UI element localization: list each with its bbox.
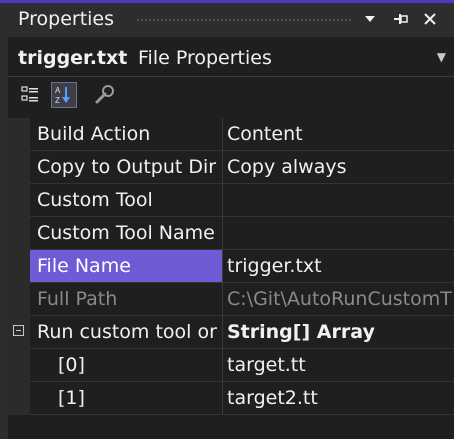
property-row-file-name[interactable]: File Name trigger.txt [8, 250, 454, 283]
property-name: Custom Tool [30, 184, 222, 217]
alphabetical-button[interactable]: A Z [51, 82, 77, 108]
property-name: [0] [30, 349, 222, 382]
property-name: File Name [30, 250, 222, 283]
wrench-icon [95, 85, 114, 104]
close-icon[interactable] [418, 7, 442, 31]
property-name: Custom Tool Name [30, 217, 222, 250]
property-name: Run custom tool or [30, 316, 222, 349]
row-gutter [8, 118, 30, 151]
property-row-array-item-1[interactable]: [1] target2.tt [8, 382, 454, 415]
property-value: C:\Git\AutoRunCustomT [223, 283, 454, 316]
title-bar: Properties [8, 3, 454, 37]
property-name: Build Action [30, 118, 222, 151]
row-gutter [8, 151, 30, 184]
pin-icon[interactable] [389, 7, 413, 31]
property-value[interactable] [223, 184, 454, 217]
property-pages-button[interactable] [92, 82, 118, 108]
property-value[interactable]: String[] Array [223, 316, 454, 349]
dock-edge [0, 3, 8, 439]
property-row-build-action[interactable]: Build Action Content [8, 118, 454, 151]
property-value[interactable]: Content [223, 118, 454, 151]
property-row-custom-tool-name[interactable]: Custom Tool Name [8, 217, 454, 250]
alphabetical-icon: A Z [55, 86, 70, 105]
property-value[interactable]: target2.tt [223, 382, 454, 415]
object-selector[interactable]: trigger.txt File Properties ▼ [8, 40, 454, 77]
property-row-full-path[interactable]: Full Path C:\Git\AutoRunCustomT [8, 283, 454, 316]
property-value[interactable]: target.tt [223, 349, 454, 382]
row-gutter [8, 349, 30, 382]
properties-toolbar: A Z [8, 77, 454, 113]
object-name: trigger.txt [18, 47, 128, 69]
row-gutter [8, 184, 30, 217]
property-name: [1] [30, 382, 222, 415]
property-value[interactable]: Copy always [223, 151, 454, 184]
categorized-icon [21, 86, 38, 102]
grid-empty-area [8, 416, 454, 439]
row-gutter [8, 382, 30, 415]
object-type: File Properties [138, 47, 272, 69]
drag-grip[interactable] [136, 18, 351, 23]
property-value[interactable] [223, 217, 454, 250]
property-row-custom-tool[interactable]: Custom Tool [8, 184, 454, 217]
property-name: Copy to Output Dir [30, 151, 222, 184]
property-value[interactable]: trigger.txt [223, 250, 454, 283]
row-gutter [8, 217, 30, 250]
property-row-copy-to-output[interactable]: Copy to Output Dir Copy always [8, 151, 454, 184]
row-gutter [8, 316, 30, 349]
property-row-run-custom-tool[interactable]: Run custom tool or String[] Array [8, 316, 454, 349]
panel-title: Properties [18, 8, 115, 30]
collapse-icon[interactable] [13, 325, 24, 336]
row-gutter [8, 283, 30, 316]
row-gutter [8, 250, 30, 283]
property-name: Full Path [30, 283, 222, 316]
property-row-array-item-0[interactable]: [0] target.tt [8, 349, 454, 382]
window-position-dropdown-icon[interactable] [358, 7, 382, 31]
categorized-button[interactable] [18, 82, 44, 108]
svg-text:Z: Z [55, 96, 60, 105]
chevron-down-icon[interactable]: ▼ [437, 50, 446, 64]
svg-text:A: A [55, 86, 61, 95]
